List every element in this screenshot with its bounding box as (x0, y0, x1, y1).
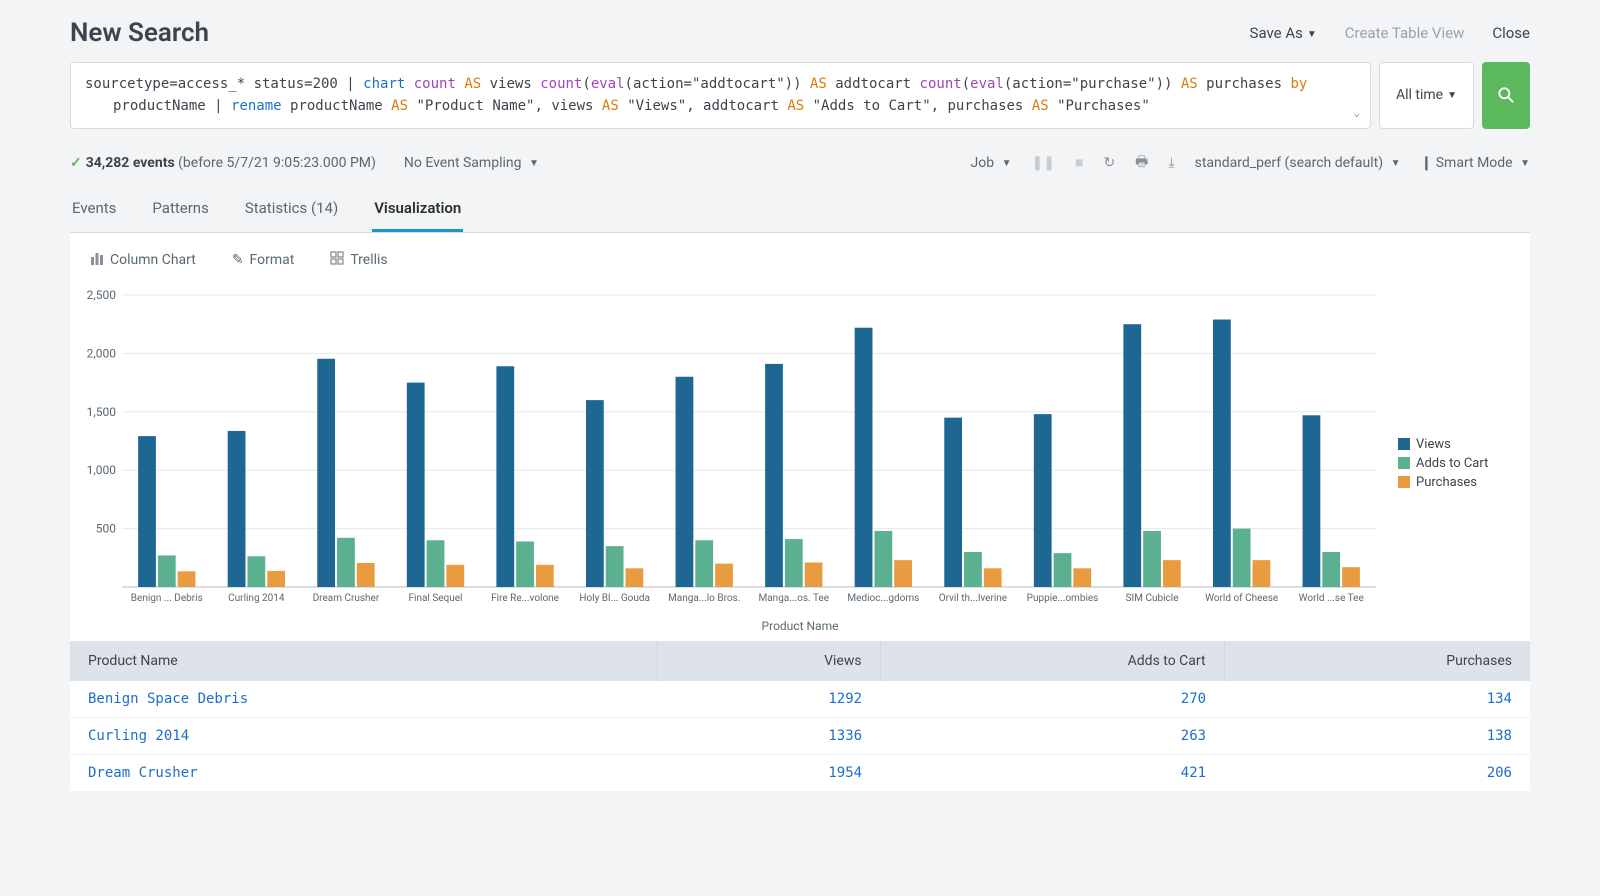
svg-text:Fire Re...volone: Fire Re...volone (491, 593, 559, 604)
table-header[interactable]: Adds to Cart (880, 641, 1224, 681)
pause-icon[interactable]: ❚❚ (1032, 155, 1055, 171)
svg-text:1,500: 1,500 (87, 405, 117, 419)
search-mode-menu[interactable]: ❙ Smart Mode ▼ (1421, 155, 1530, 171)
svg-text:Benign ... Debris: Benign ... Debris (131, 593, 203, 604)
search-icon (1496, 85, 1516, 105)
sampling-label: No Event Sampling (404, 155, 522, 171)
table-row[interactable]: Benign Space Debris1292270134 (70, 681, 1530, 718)
table-header[interactable]: Views (657, 641, 880, 681)
svg-text:Medioc...gdoms: Medioc...gdoms (847, 593, 919, 604)
event-count: ✓34,282 events (before 5/7/21 9:05:23.00… (70, 155, 376, 171)
chart-legend: Views Adds to Cart Purchases (1398, 287, 1518, 617)
tab-events[interactable]: Events (70, 187, 118, 232)
stop-icon[interactable]: ■ (1075, 154, 1083, 171)
legend-label: Views (1416, 437, 1451, 452)
svg-text:World ...se Tee: World ...se Tee (1299, 593, 1364, 604)
format-button[interactable]: ✎ Format (232, 251, 295, 269)
svg-text:World of Cheese: World of Cheese (1205, 592, 1278, 604)
table-cell: 1292 (657, 681, 880, 718)
trellis-label: Trellis (350, 252, 387, 268)
caret-down-icon: ▼ (1520, 158, 1530, 169)
table-cell: 1954 (657, 754, 880, 791)
table-cell: 134 (1224, 681, 1530, 718)
legend-swatch (1398, 438, 1410, 450)
job-label: Job (971, 155, 995, 171)
legend-item[interactable]: Views (1398, 437, 1518, 452)
table-cell: Benign Space Debris (70, 681, 657, 718)
check-icon: ✓ (70, 155, 82, 171)
caret-down-icon: ▼ (1002, 158, 1012, 169)
svg-text:2,000: 2,000 (87, 346, 117, 360)
search-input[interactable]: sourcetype=access_* status=200 | chart c… (70, 62, 1371, 129)
table-header[interactable]: Purchases (1224, 641, 1530, 681)
chart-type-label: Column Chart (110, 252, 196, 268)
legend-swatch (1398, 457, 1410, 469)
mode-label: Smart Mode (1436, 155, 1513, 171)
table-row[interactable]: Dream Crusher1954421206 (70, 754, 1530, 791)
legend-item[interactable]: Purchases (1398, 475, 1518, 490)
svg-text:500: 500 (96, 521, 116, 535)
results-table: Product NameViewsAdds to CartPurchases B… (70, 641, 1530, 792)
svg-text:1,000: 1,000 (87, 463, 117, 477)
column-chart-icon (90, 251, 104, 269)
print-icon[interactable]: 🖶 (1135, 151, 1148, 175)
event-sampling-menu[interactable]: No Event Sampling ▼ (404, 155, 539, 171)
workload-menu[interactable]: standard_perf (search default) ▼ (1195, 155, 1401, 171)
caret-down-icon: ▼ (1307, 29, 1317, 40)
bulb-icon: ❙ (1421, 155, 1433, 171)
tab-patterns[interactable]: Patterns (150, 187, 210, 232)
legend-label: Adds to Cart (1416, 456, 1488, 471)
caret-down-icon: ▼ (529, 158, 539, 169)
pencil-icon: ✎ (232, 252, 244, 268)
time-range-label: All time (1396, 87, 1443, 103)
tab-visualization[interactable]: Visualization (372, 187, 463, 232)
table-row[interactable]: Curling 20141336263138 (70, 717, 1530, 754)
svg-text:2,500: 2,500 (87, 288, 117, 302)
result-tabs: Events Patterns Statistics (14) Visualiz… (70, 187, 1530, 233)
x-axis-label: Product Name (70, 619, 1530, 641)
table-cell: 270 (880, 681, 1224, 718)
svg-text:Final Sequel: Final Sequel (408, 593, 462, 604)
save-as-menu[interactable]: Save As ▼ (1250, 24, 1317, 42)
table-header[interactable]: Product Name (70, 641, 657, 681)
chart-type-picker[interactable]: Column Chart (90, 251, 196, 269)
trellis-button[interactable]: Trellis (330, 251, 387, 269)
table-cell: 1336 (657, 717, 880, 754)
job-menu[interactable]: Job ▼ (971, 155, 1012, 171)
column-chart: 500 1,000 1,500 2,000 2,500 Benign ... Debris… (76, 287, 1398, 617)
grid-icon (330, 251, 344, 269)
svg-text:SIM Cubicle: SIM Cubicle (1126, 593, 1179, 604)
run-search-button[interactable] (1482, 62, 1530, 129)
legend-item[interactable]: Adds to Cart (1398, 456, 1518, 471)
svg-text:Curling 2014: Curling 2014 (228, 593, 285, 604)
table-cell: 138 (1224, 717, 1530, 754)
svg-text:Holy Bl... Gouda: Holy Bl... Gouda (579, 593, 650, 604)
create-table-view-button[interactable]: Create Table View (1345, 24, 1465, 42)
table-cell: Dream Crusher (70, 754, 657, 791)
page-title: New Search (70, 18, 209, 48)
close-button[interactable]: Close (1492, 24, 1530, 42)
svg-text:Orvil th...lverine: Orvil th...lverine (939, 593, 1007, 604)
save-as-label: Save As (1250, 24, 1303, 42)
svg-text:Puppie...ombies: Puppie...ombies (1027, 593, 1099, 604)
svg-text:Manga...lo Bros.: Manga...lo Bros. (668, 593, 740, 604)
format-label: Format (250, 252, 295, 268)
legend-swatch (1398, 476, 1410, 488)
svg-text:Manga...os. Tee: Manga...os. Tee (759, 593, 830, 604)
tab-statistics[interactable]: Statistics (14) (243, 187, 340, 232)
table-cell: 421 (880, 754, 1224, 791)
svg-text:Dream Crusher: Dream Crusher (313, 593, 380, 604)
caret-down-icon: ▼ (1447, 90, 1457, 101)
table-cell: 206 (1224, 754, 1530, 791)
expand-search-icon[interactable]: ⌄ (1353, 104, 1360, 122)
caret-down-icon: ▼ (1391, 158, 1401, 169)
workload-label: standard_perf (search default) (1195, 155, 1384, 171)
reload-icon[interactable]: ↻ (1103, 155, 1115, 171)
export-icon[interactable]: ⤓ (1168, 155, 1174, 171)
time-range-picker[interactable]: All time ▼ (1379, 62, 1474, 129)
legend-label: Purchases (1416, 475, 1477, 490)
table-cell: Curling 2014 (70, 717, 657, 754)
table-cell: 263 (880, 717, 1224, 754)
